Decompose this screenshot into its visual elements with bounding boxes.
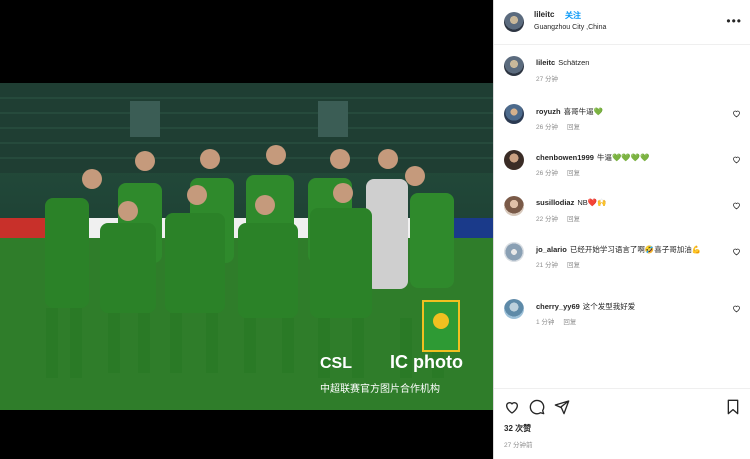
caption-text: lileitc Schätzen <box>536 58 589 67</box>
reply-button[interactable]: 回复 <box>567 262 580 269</box>
heart-icon[interactable] <box>732 247 741 256</box>
comment-username[interactable]: jo_alario <box>536 245 567 254</box>
commenter-avatar[interactable] <box>504 150 524 170</box>
caption: lileitc Schätzen 27 分钟 <box>494 51 750 91</box>
comment-username[interactable]: royuzh <box>536 107 561 116</box>
post-location[interactable]: Guangzhou City ,China <box>534 24 606 31</box>
commenter-avatar[interactable] <box>504 196 524 216</box>
comment-username[interactable]: susillodiaz <box>536 198 574 207</box>
heart-icon[interactable] <box>504 399 520 415</box>
author-avatar[interactable] <box>504 12 524 32</box>
comment-text: chenbowen1999 牛逼💚💚💚💚 <box>536 152 649 163</box>
caption-meta: 27 分钟 <box>536 73 567 83</box>
heart-icon[interactable] <box>732 109 741 118</box>
bookmark-icon[interactable] <box>725 399 741 415</box>
comment-body: 这个发型我好爱 <box>582 302 636 311</box>
reply-button[interactable]: 回复 <box>563 319 576 326</box>
comment-item: chenbowen1999 牛逼💚💚💚💚 26 分钟 回复 <box>494 145 750 185</box>
icphoto-watermark: IC photo <box>390 352 463 372</box>
caption-time: 27 分钟 <box>536 76 559 83</box>
caption-username[interactable]: lileitc <box>536 58 555 67</box>
comment-text: susillodiaz NB❤️🙌 <box>536 198 606 207</box>
author-username[interactable]: lileitc <box>534 10 554 19</box>
reply-button[interactable]: 回复 <box>567 170 580 177</box>
heart-icon[interactable] <box>732 304 741 313</box>
comment-time: 26 分钟 <box>536 170 559 177</box>
comment-item: cherry_yy69 这个发型我好爱 1 分钟 回复 <box>494 294 750 334</box>
comment-item: susillodiaz NB❤️🙌 22 分钟 回复 <box>494 191 750 231</box>
comment-username[interactable]: chenbowen1999 <box>536 153 594 162</box>
comment-body: 已经开始学习语言了啊🤣喜子哥加油💪 <box>569 245 702 254</box>
comment-time: 1 分钟 <box>536 319 555 326</box>
comment-item: royuzh 喜哥牛逼💚 26 分钟 回复 <box>494 99 750 139</box>
commenter-avatar[interactable] <box>504 242 524 262</box>
comment-meta: 22 分钟 回复 <box>536 213 589 223</box>
commenter-avatar[interactable] <box>504 104 524 124</box>
likes-count[interactable]: 32 次赞 <box>504 423 531 434</box>
comment-meta: 26 分钟 回复 <box>536 167 589 177</box>
csl-watermark-logo: CSL <box>320 355 352 372</box>
comment-time: 22 分钟 <box>536 216 559 223</box>
comment-body: 喜哥牛逼💚 <box>563 107 603 116</box>
team-photo-illustration: CSL IC photo 中超联赛官方图片合作机构 <box>0 83 493 410</box>
comment-meta: 1 分钟 回复 <box>536 316 585 326</box>
watermark-caption: 中超联赛官方图片合作机构 <box>320 382 440 395</box>
comment-text: royuzh 喜哥牛逼💚 <box>536 106 603 117</box>
commenter-avatar[interactable] <box>504 299 524 319</box>
heart-icon[interactable] <box>732 201 741 210</box>
post-photo[interactable]: CSL IC photo 中超联赛官方图片合作机构 <box>0 83 493 410</box>
comment-body: 牛逼💚💚💚💚 <box>596 153 650 162</box>
caption-body: Schätzen <box>558 58 590 67</box>
post-sidebar: lileitc 关注 Guangzhou City ,China ••• lil… <box>493 0 750 459</box>
comment-time: 26 分钟 <box>536 124 559 131</box>
more-icon[interactable]: ••• <box>726 14 742 28</box>
post-timestamp[interactable]: 27 分钟前 <box>504 439 533 449</box>
comment-meta: 21 分钟 回复 <box>536 259 589 269</box>
comment-item: jo_alario 已经开始学习语言了啊🤣喜子哥加油💪 21 分钟 回复 <box>494 237 750 277</box>
follow-button[interactable]: 关注 <box>565 10 581 21</box>
comment-text: cherry_yy69 这个发型我好爱 <box>536 301 635 312</box>
post-media-pane: CSL IC photo 中超联赛官方图片合作机构 <box>0 0 493 459</box>
reply-button[interactable]: 回复 <box>567 216 580 223</box>
comment-time: 21 分钟 <box>536 262 559 269</box>
post-header: lileitc 关注 Guangzhou City ,China ••• <box>494 0 750 45</box>
share-icon[interactable] <box>554 399 570 415</box>
author-avatar[interactable] <box>504 56 524 76</box>
comments-list: lileitc Schätzen 27 分钟 royuzh 喜哥牛逼💚 26 分钟回… <box>494 46 750 388</box>
comment-text: jo_alario 已经开始学习语言了啊🤣喜子哥加油💪 <box>536 244 701 255</box>
comment-username[interactable]: cherry_yy69 <box>536 302 580 311</box>
reply-button[interactable]: 回复 <box>567 124 580 131</box>
comment-meta: 26 分钟 回复 <box>536 121 589 131</box>
heart-icon[interactable] <box>732 155 741 164</box>
comment-icon[interactable] <box>529 399 545 415</box>
post-actions: 32 次赞 27 分钟前 <box>494 388 750 459</box>
comment-body: NB❤️🙌 <box>577 198 607 207</box>
